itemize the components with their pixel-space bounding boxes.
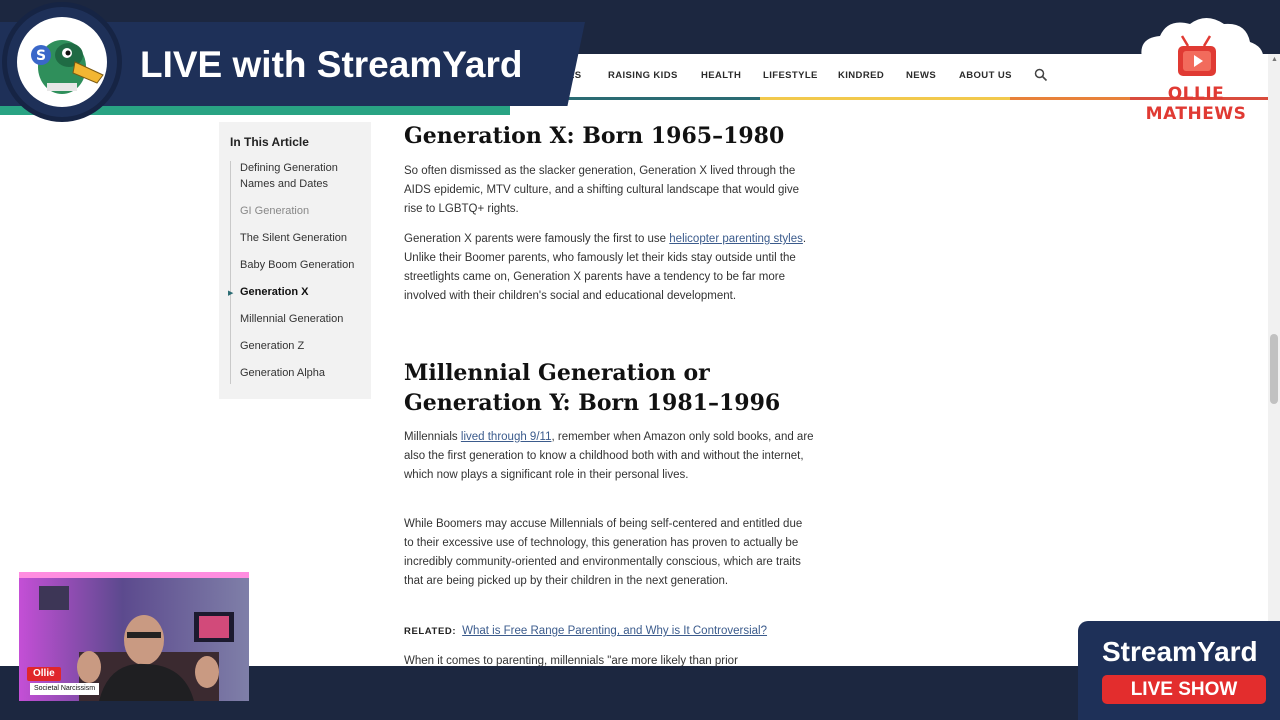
live-show-title: StreamYard: [1102, 636, 1258, 667]
toc-item-gi-generation[interactable]: GI Generation: [240, 203, 368, 219]
table-of-contents: In This Article ▶ Defining Generation Na…: [219, 122, 371, 399]
nav-item-lifestyle[interactable]: LIFESTYLE: [763, 70, 818, 81]
nav-item-news[interactable]: NEWS: [906, 70, 936, 81]
toc-item-defining-generation[interactable]: Defining Generation Names and Dates: [240, 160, 368, 192]
paragraph-genx-parents: Generation X parents were famously the f…: [404, 230, 814, 306]
webcam-name-tag: Ollie: [27, 667, 61, 681]
toc-item-generation-z[interactable]: Generation Z: [240, 338, 368, 354]
scroll-thumb[interactable]: [1270, 334, 1278, 404]
nav-item-kindred[interactable]: KINDRED: [838, 70, 884, 81]
nav-color-bar-yellow: [760, 97, 1010, 100]
ollie-mathews-logo-text: OLLIE MATHEWS: [1145, 84, 1247, 124]
link-lived-through-911[interactable]: lived through 9/11: [461, 431, 552, 443]
text-span: Generation X parents were famously the f…: [404, 233, 670, 245]
paragraph-parenting-cut: When it comes to parenting, millennials …: [404, 655, 738, 666]
nav-color-bar-teal: [560, 97, 760, 100]
nav-item-raising-kids[interactable]: RAISING KIDS: [608, 70, 678, 81]
live-show-badge: LIVE SHOW: [1102, 675, 1266, 704]
toc-active-arrow-icon: ▶: [228, 290, 234, 297]
scroll-up-icon[interactable]: ▲: [1271, 56, 1278, 63]
nav-color-bar-orange: [1010, 97, 1130, 100]
related-label: RELATED:: [404, 626, 457, 637]
svg-text:S: S: [36, 48, 46, 64]
paragraph-genx-intro: So often dismissed as the slacker genera…: [404, 165, 800, 215]
toc-item-generation-alpha[interactable]: Generation Alpha: [240, 365, 368, 381]
link-helicopter-parenting[interactable]: helicopter parenting styles: [669, 233, 803, 245]
toc-item-silent-generation[interactable]: The Silent Generation: [240, 230, 368, 246]
heading-millennial: Millennial Generation or Generation Y: B…: [404, 360, 781, 416]
banner-title: LIVE with StreamYard: [140, 44, 523, 85]
search-icon[interactable]: [1034, 68, 1048, 82]
channel-logo: S: [2, 2, 122, 122]
related-line: RELATED: What is Free Range Parenting, an…: [404, 622, 814, 641]
toc-divider: [230, 161, 231, 384]
link-free-range-parenting[interactable]: What is Free Range Parenting, and Why is…: [462, 625, 767, 637]
text-span: Millennials: [404, 431, 461, 443]
nav-item-about-us[interactable]: ABOUT US: [959, 70, 1012, 81]
toc-item-generation-x[interactable]: Generation X: [240, 284, 368, 300]
duck-logo-icon: S: [17, 17, 107, 107]
paragraph-millennial-boomers: While Boomers may accuse Millennials of …: [404, 518, 803, 587]
heading-generation-x: Generation X: Born 1965–1980: [404, 123, 785, 149]
page-scrollbar[interactable]: ▲: [1268, 54, 1280, 666]
webcam-subtitle: Societal Narcissism: [30, 683, 100, 695]
webcam-feed: [19, 572, 249, 701]
toc-title: In This Article: [230, 135, 309, 149]
toc-item-baby-boom[interactable]: Baby Boom Generation: [240, 257, 368, 273]
toc-item-millennial[interactable]: Millennial Generation: [240, 311, 368, 327]
paragraph-millennial-intro: Millennials lived through 9/11, remember…: [404, 428, 814, 485]
nav-item-health[interactable]: HEALTH: [701, 70, 741, 81]
